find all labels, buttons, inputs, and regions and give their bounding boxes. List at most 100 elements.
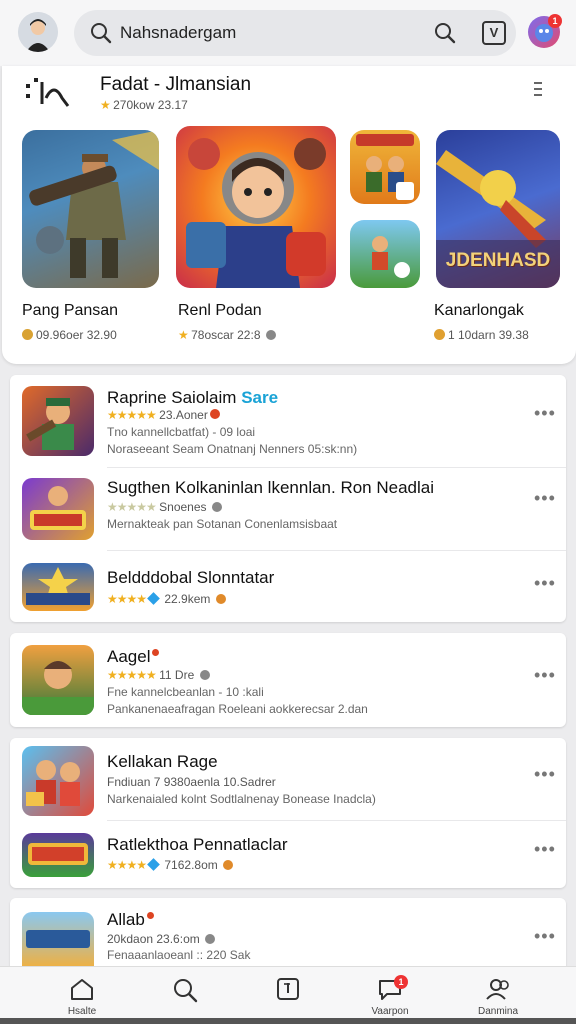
app-description: Fne kannelcbeanlan - 10 :kali — [107, 685, 264, 699]
verified-icon — [147, 858, 160, 871]
search-bar[interactable]: Nahsnadergam V — [74, 10, 516, 56]
duo-characters-icon — [26, 760, 80, 806]
more-options-icon[interactable]: ••• — [534, 926, 556, 947]
search-icon — [91, 23, 112, 44]
info-icon — [199, 670, 210, 680]
badge-icon — [223, 860, 234, 870]
app-description: Narkenaialed kolnt Sodtlalnenay Bonease … — [107, 792, 376, 806]
nav-profile[interactable]: Danmina — [458, 967, 538, 1024]
featured-tile-3b-image[interactable] — [350, 220, 420, 288]
nav-messages-label: Vaarpon — [371, 1006, 409, 1017]
people-icon — [486, 979, 509, 1000]
nav-updates[interactable] — [248, 967, 328, 1024]
system-bar — [0, 1018, 576, 1024]
featured-tile-4-title[interactable]: Kanarlongak — [434, 302, 524, 320]
list-item[interactable]: Beldddobal Slonntatar ★★★★ 22.9kem ••• — [10, 551, 566, 621]
nav-messages[interactable]: Vaarpon 1 — [350, 967, 430, 1024]
more-options-icon[interactable]: ••• — [534, 488, 556, 509]
featured-tile-1-title[interactable]: Pang Pansan — [22, 302, 118, 320]
info-icon — [211, 502, 222, 512]
home-icon — [71, 979, 93, 1000]
featured-tile-4-image[interactable]: JDENHASD — [436, 130, 560, 288]
more-options-icon[interactable]: ••• — [534, 403, 556, 424]
list-item[interactable]: Raprine Saiolaim Sare ★★★★★ 23.Aoner Tno… — [10, 375, 566, 465]
app-name: Raprine Saiolaim — [107, 388, 237, 407]
alert-icon — [209, 409, 220, 419]
featured-menu-icon[interactable] — [534, 82, 544, 100]
app-description: Mernakteak pan Sotanan Conenlamsisbaat — [107, 517, 338, 531]
list-item[interactable]: Allab 20kdaon 23.6:om Fenaaanlaoeanl :: … — [10, 898, 566, 968]
app-rating: ★★★★ 22.9kem — [107, 592, 226, 606]
list-item[interactable]: Kellakan Rage Fndiuan 7 9380aenla 10.Sad… — [10, 738, 566, 820]
app-name: Aagel — [107, 647, 151, 666]
app-rating: ★★★★★ Snoenes — [107, 500, 222, 514]
nav-profile-label: Danmina — [477, 1006, 519, 1017]
profile-avatar[interactable] — [18, 12, 58, 52]
app-meta: 20kdaon 23.6:om — [107, 932, 216, 946]
verified-icon — [147, 592, 160, 605]
nav-home-label: Hsalte — [67, 1006, 97, 1017]
app-description-2: Noraseeant Seam Onatnanj Nenners 05:sk:n… — [107, 442, 358, 456]
app-list-card-2: Aagel ★★★★★ 11 Dre Fne kannelcbeanlan - … — [10, 633, 566, 727]
nav-search[interactable] — [145, 967, 225, 1024]
nav-home[interactable]: Hsalte — [42, 967, 122, 1024]
app-description: Tno kannellcbatfat) - 09 loai — [107, 425, 256, 439]
app-icon — [22, 386, 94, 456]
more-options-icon[interactable]: ••• — [534, 764, 556, 785]
info-icon — [265, 330, 276, 340]
banner-text: JDENHASD — [445, 250, 551, 271]
rating-stars-icon: ★★★★★ — [107, 408, 157, 422]
search-submit-icon[interactable] — [434, 22, 456, 44]
app-icon — [22, 912, 94, 968]
app-icon — [22, 645, 94, 715]
notification-badge: 1 — [548, 14, 562, 28]
star-icon: ★ — [178, 328, 189, 342]
app-description: Fenaaanlaoeanl :: 220 Sak — [107, 948, 251, 962]
featured-title: Fadat - Jlmansian — [100, 74, 252, 95]
download-box-icon — [277, 978, 299, 1000]
app-rating: ★★★★ 7162.8om — [107, 858, 234, 872]
avatar-icon — [18, 12, 58, 52]
new-dot-icon — [152, 649, 160, 656]
runner-icon — [372, 236, 410, 278]
badge-icon — [215, 594, 226, 604]
featured-tile-3a-image[interactable] — [350, 130, 420, 204]
more-options-icon[interactable]: ••• — [534, 665, 556, 686]
list-item[interactable]: Sugthen Kolkaninlan lkennlan. Ron Neadla… — [10, 468, 566, 550]
rating-stars-icon: ★★★★★ — [107, 500, 157, 514]
adventurer-icon — [22, 661, 94, 715]
soldier-artwork-icon — [29, 130, 159, 278]
app-name: Ratlekthoa Pennatlaclar — [107, 835, 288, 854]
app-rating: ★★★★★ 11 Dre — [107, 668, 210, 682]
app-icon — [22, 746, 94, 816]
featured-tile-2-image[interactable] — [176, 126, 336, 288]
list-item[interactable]: Ratlekthoa Pennatlaclar ★★★★ 7162.8om ••… — [10, 821, 566, 887]
messages-badge: 1 — [394, 975, 408, 989]
search-input[interactable]: Nahsnadergam — [120, 23, 236, 43]
rating-stars-icon: ★★★★★ — [107, 668, 157, 682]
featured-tile-1-image[interactable] — [22, 130, 159, 288]
app-list-card-4: Allab 20kdaon 23.6:om Fenaaanlaoeanl :: … — [10, 898, 566, 968]
app-name: Kellakan Rage — [107, 752, 218, 771]
app-rating: ★★★★★ 23.Aoner — [107, 408, 220, 422]
app-name: Sugthen Kolkaninlan lkennlan. Ron Neadla… — [107, 478, 435, 497]
top-bar: Nahsnadergam V 1 — [0, 0, 576, 66]
game-logo-icon — [26, 567, 90, 605]
coin-icon — [22, 329, 33, 340]
app-name: Beldddobal Slonntatar — [107, 568, 275, 587]
featured-subtitle: ★ 270kow 23.17 — [100, 98, 188, 112]
app-description-2: Pankanenaeafragan Roeleani aokkerecsar 2… — [107, 702, 368, 716]
more-options-icon[interactable]: ••• — [534, 573, 556, 594]
featured-tile-1-meta: 09.96oer 32.90 — [22, 328, 117, 342]
voice-icon[interactable]: V — [482, 21, 506, 45]
featured-tile-2-title[interactable]: Renl Podan — [178, 302, 262, 320]
more-options-icon[interactable]: ••• — [534, 839, 556, 860]
new-dot-icon — [146, 912, 154, 919]
rating-stars-icon: ★★★★ — [107, 858, 147, 872]
app-icon — [22, 478, 94, 540]
app-list-card-1: Raprine Saiolaim Sare ★★★★★ 23.Aoner Tno… — [10, 375, 566, 622]
app-list-card-3: Kellakan Rage Fndiuan 7 9380aenla 10.Sad… — [10, 738, 566, 888]
list-item[interactable]: Aagel ★★★★★ 11 Dre Fne kannelcbeanlan - … — [10, 633, 566, 727]
rating-stars-icon: ★★★★ — [107, 592, 147, 606]
party-game-icon — [30, 486, 86, 530]
